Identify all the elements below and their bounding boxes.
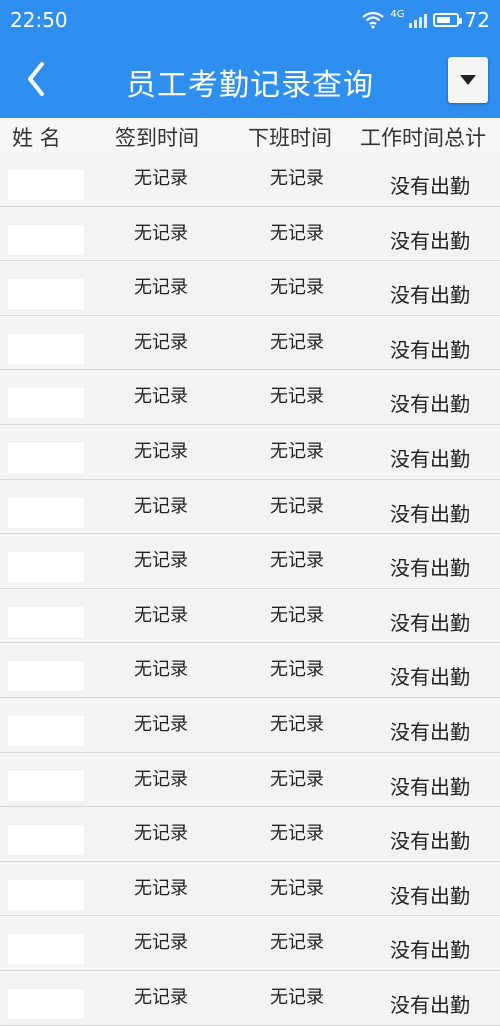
name-cell <box>8 333 84 364</box>
header-sign-out: 下班时间 <box>248 126 332 150</box>
network-type: 4G <box>390 9 405 20</box>
table-row[interactable]: 无记录 无记录 没有出勤 <box>0 588 500 644</box>
header-total: 工作时间总计 <box>360 126 486 150</box>
total-cell: 没有出勤 <box>390 174 470 198</box>
table-row[interactable]: 无记录 无记录 没有出勤 <box>0 916 500 971</box>
page-title: 员工考勤记录查询 <box>126 68 374 103</box>
signal-icon <box>408 12 427 28</box>
name-cell <box>8 606 84 637</box>
total-cell: 没有出勤 <box>390 938 470 963</box>
total-cell: 没有出勤 <box>390 610 470 635</box>
table-row[interactable]: 无记录 无记录 没有出勤 <box>0 697 500 753</box>
app-bar: 员工考勤记录查询 <box>0 40 500 118</box>
sign-out-cell: 无记录 <box>270 386 324 408</box>
total-cell: 没有出勤 <box>390 283 470 308</box>
sign-out-cell: 无记录 <box>270 768 324 790</box>
name-cell <box>8 879 84 910</box>
wifi-icon <box>362 11 385 29</box>
total-cell: 没有出勤 <box>390 556 470 581</box>
table-row[interactable]: 无记录 无记录 没有出勤 <box>0 807 500 862</box>
table-row[interactable]: 无记录 无记录 没有出勤 <box>0 315 500 371</box>
sign-in-cell: 无记录 <box>134 768 188 790</box>
total-cell: 没有出勤 <box>390 719 470 744</box>
name-cell <box>8 988 84 1019</box>
dropdown-triangle-icon <box>460 75 476 85</box>
menu-dropdown-button[interactable] <box>448 57 488 103</box>
sign-out-cell: 无记录 <box>270 713 324 735</box>
name-cell <box>8 770 84 801</box>
sign-in-cell: 无记录 <box>134 713 188 735</box>
sign-in-cell: 无记录 <box>134 823 188 845</box>
total-cell: 没有出勤 <box>390 392 470 417</box>
status-bar: 22:50 4G 72 <box>0 0 500 40</box>
name-cell <box>8 552 84 583</box>
name-cell <box>8 661 84 692</box>
sign-in-cell: 无记录 <box>134 659 188 681</box>
sign-out-cell: 无记录 <box>270 495 324 517</box>
total-cell: 没有出勤 <box>390 829 470 854</box>
name-cell <box>8 279 84 310</box>
sign-out-cell: 无记录 <box>270 932 324 954</box>
name-cell <box>8 715 84 746</box>
table-row[interactable]: 无记录 无记录 没有出勤 <box>0 479 500 535</box>
total-cell: 没有出勤 <box>390 446 470 471</box>
sign-in-cell: 无记录 <box>134 877 188 899</box>
sign-in-cell: 无记录 <box>134 986 188 1008</box>
attendance-list: 无记录 无记录 没有出勤 无记录 无记录 没有出勤 无记录 无记录 没有出勤 无记录 无记录 没有出勤… <box>0 152 500 1026</box>
battery-icon <box>432 13 462 27</box>
sign-in-cell: 无记录 <box>134 386 188 408</box>
sign-out-cell: 无记录 <box>270 877 324 899</box>
total-cell: 没有出勤 <box>390 992 470 1017</box>
table-row[interactable]: 无记录 无记录 没有出勤 <box>0 861 500 917</box>
sign-out-cell: 无记录 <box>270 604 324 626</box>
sign-in-cell: 无记录 <box>134 932 188 954</box>
sign-out-cell: 无记录 <box>270 168 324 189</box>
total-cell: 没有出勤 <box>390 228 470 253</box>
table-row[interactable]: 无记录 无记录 没有出勤 <box>0 261 500 316</box>
sign-in-cell: 无记录 <box>134 550 188 572</box>
name-cell <box>8 497 84 528</box>
total-cell: 没有出勤 <box>390 501 470 526</box>
status-time: 22:50 <box>10 8 68 32</box>
sign-in-cell: 无记录 <box>134 495 188 517</box>
sign-out-cell: 无记录 <box>270 440 324 462</box>
header-name: 姓 名 <box>12 126 61 150</box>
sign-out-cell: 无记录 <box>270 659 324 681</box>
status-icons: 4G 72 <box>362 8 490 32</box>
sign-out-cell: 无记录 <box>270 222 324 244</box>
table-row[interactable]: 无记录 无记录 没有出勤 <box>0 206 500 262</box>
total-cell: 没有出勤 <box>390 883 470 908</box>
name-cell <box>8 825 84 856</box>
table-row[interactable]: 无记录 无记录 没有出勤 <box>0 424 500 480</box>
name-cell <box>8 388 84 419</box>
table-row[interactable]: 无记录 无记录 没有出勤 <box>0 643 500 698</box>
name-cell <box>8 442 84 473</box>
sign-in-cell: 无记录 <box>134 331 188 353</box>
battery-level: 72 <box>464 8 490 32</box>
table-header: 姓 名 签到时间 下班时间 工作时间总计 <box>0 118 500 152</box>
name-cell <box>8 934 84 965</box>
sign-in-cell: 无记录 <box>134 277 188 299</box>
sign-in-cell: 无记录 <box>134 168 188 189</box>
name-cell <box>8 170 84 200</box>
table-row[interactable]: 无记录 无记录 没有出勤 <box>0 970 500 1026</box>
total-cell: 没有出勤 <box>390 774 470 799</box>
sign-in-cell: 无记录 <box>134 222 188 244</box>
table-row[interactable]: 无记录 无记录 没有出勤 <box>0 152 500 207</box>
sign-in-cell: 无记录 <box>134 440 188 462</box>
table-row[interactable]: 无记录 无记录 没有出勤 <box>0 752 500 808</box>
table-row[interactable]: 无记录 无记录 没有出勤 <box>0 370 500 425</box>
total-cell: 没有出勤 <box>390 665 470 690</box>
total-cell: 没有出勤 <box>390 337 470 362</box>
sign-out-cell: 无记录 <box>270 331 324 353</box>
sign-out-cell: 无记录 <box>270 823 324 845</box>
table-row[interactable]: 无记录 无记录 没有出勤 <box>0 534 500 589</box>
name-cell <box>8 224 84 255</box>
sign-out-cell: 无记录 <box>270 986 324 1008</box>
sign-in-cell: 无记录 <box>134 604 188 626</box>
sign-out-cell: 无记录 <box>270 550 324 572</box>
sign-out-cell: 无记录 <box>270 277 324 299</box>
header-sign-in: 签到时间 <box>115 126 199 150</box>
